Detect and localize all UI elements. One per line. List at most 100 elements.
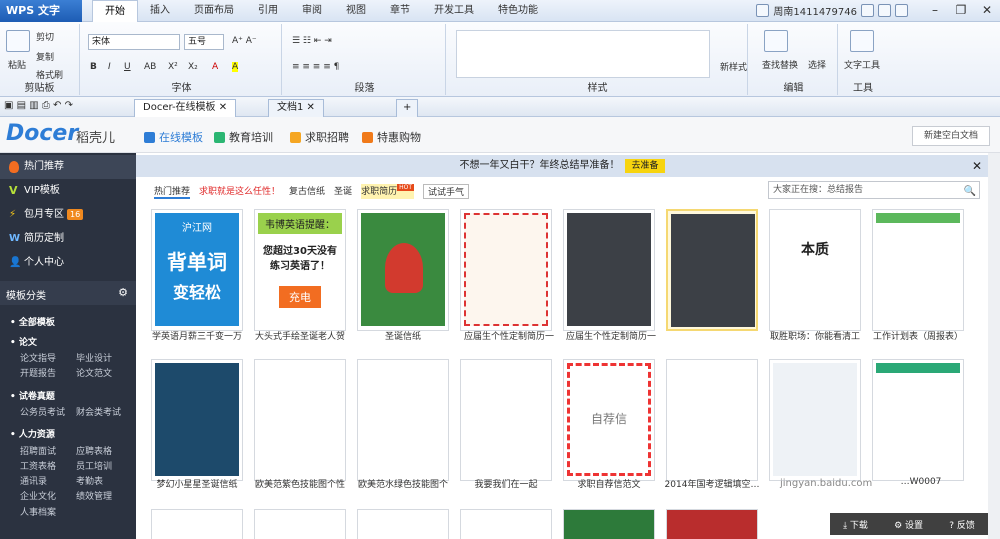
scrollbar[interactable]	[988, 153, 1000, 539]
group-hr[interactable]: • 人力资源	[10, 427, 55, 440]
download-button[interactable]: ⤓ 下载	[843, 518, 868, 531]
template-card[interactable]	[357, 509, 449, 539]
link-sample[interactable]: 论文范文	[76, 366, 112, 379]
filter-paper[interactable]: 复古信纸	[289, 184, 325, 199]
template-card[interactable]	[563, 509, 655, 539]
link-hr-2[interactable]: 工资表格	[20, 459, 56, 472]
skin-icon[interactable]	[878, 4, 891, 17]
highlight-icon[interactable]: A	[232, 62, 239, 72]
card-caption[interactable]: 工作计划表（周报表）	[863, 329, 973, 342]
filter-christmas[interactable]: 圣诞	[334, 184, 352, 199]
template-card[interactable]	[769, 359, 861, 481]
wps-app-button[interactable]: WPS 文字	[0, 0, 82, 22]
card-caption[interactable]: 欧美范紫色技能图个性	[245, 477, 355, 490]
banner-action-button[interactable]: 去准备	[625, 159, 665, 173]
settings-button[interactable]: ⚙ 设置	[894, 518, 923, 531]
template-card[interactable]	[357, 359, 449, 481]
link-proposal[interactable]: 开题报告	[20, 366, 56, 379]
link-hr-5[interactable]: 考勤表	[76, 474, 103, 487]
find-replace-button[interactable]: 查找替换	[762, 58, 798, 71]
bold-icon[interactable]: B	[90, 62, 97, 72]
tab-education[interactable]: 教育培训	[214, 129, 273, 145]
menu-chapter[interactable]: 章节	[378, 0, 422, 22]
filter-job[interactable]: 求职就是这么任性！	[199, 184, 280, 199]
card-caption[interactable]: 应届生个性定制简历一	[454, 329, 564, 342]
paste-icon[interactable]	[6, 30, 30, 52]
subscript-icon[interactable]: X₂	[188, 62, 198, 72]
card-caption[interactable]: 我要我们在一起	[451, 477, 561, 490]
text-tool-icon[interactable]	[850, 30, 874, 52]
tab-online-template[interactable]: 在线模板	[144, 129, 203, 145]
template-card[interactable]	[151, 509, 243, 539]
template-card[interactable]: 本质	[769, 209, 861, 331]
font-color-icon[interactable]: A	[212, 62, 218, 72]
tab-shopping[interactable]: 特惠购物	[362, 129, 421, 145]
user-icon[interactable]	[756, 4, 770, 17]
template-card[interactable]	[254, 509, 346, 539]
search-icon[interactable]: 🔍	[964, 184, 976, 200]
strike-icon[interactable]: AB	[144, 62, 156, 72]
template-card[interactable]	[254, 359, 346, 481]
card-caption[interactable]: 圣诞信纸	[348, 329, 458, 342]
link-hr-8[interactable]: 人事档案	[20, 505, 56, 518]
menu-insert[interactable]: 插入	[138, 0, 182, 22]
select-button[interactable]: 选择	[808, 58, 826, 71]
gear-icon[interactable]: ⚙	[118, 286, 128, 299]
link-hr-1[interactable]: 应聘表格	[76, 444, 112, 457]
sidebar-item-vip[interactable]: V VIP模板	[0, 179, 136, 203]
template-card[interactable]	[460, 359, 552, 481]
template-card[interactable]	[460, 509, 552, 539]
new-style-button[interactable]: 新样式	[720, 60, 747, 73]
menu-layout[interactable]: 页面布局	[182, 0, 246, 22]
menu-review[interactable]: 审阅	[290, 0, 334, 22]
link-hr-0[interactable]: 招聘面试	[20, 444, 56, 457]
new-tab-button[interactable]: +	[396, 99, 419, 117]
close-icon[interactable]: ✕	[974, 0, 1000, 20]
sidebar-item-monthly[interactable]: ⚡ 包月专区 16	[0, 203, 136, 227]
link-civil-exam[interactable]: 公务员考试	[20, 405, 65, 418]
quick-access-icons[interactable]: ▣ ▤ ▥ ⎙ ↶ ↷	[4, 100, 73, 111]
text-tool-button[interactable]: 文字工具	[844, 58, 880, 71]
font-name-select[interactable]: 宋体	[88, 34, 180, 50]
template-card[interactable]	[563, 209, 655, 331]
template-card[interactable]	[357, 209, 449, 331]
sidebar-item-hot[interactable]: 热门推荐	[0, 155, 136, 179]
new-blank-document-button[interactable]: 新建空白文档	[912, 126, 990, 146]
charge-button[interactable]: 充电	[279, 286, 321, 308]
tab-document1[interactable]: 文档1 ✕	[268, 99, 324, 117]
card-caption[interactable]: 取胜职场：你能看清工	[760, 329, 870, 342]
card-caption[interactable]: 求职自荐信范文	[554, 477, 664, 490]
style-gallery[interactable]	[456, 30, 710, 78]
mail-icon[interactable]	[861, 4, 874, 17]
minimize-icon[interactable]: –	[922, 0, 948, 20]
card-caption[interactable]: 欧美范水绿色技能图个	[348, 477, 458, 490]
help-icon[interactable]	[895, 4, 908, 17]
filter-hot[interactable]: 热门推荐	[154, 184, 191, 199]
menu-devtools[interactable]: 开发工具	[422, 0, 486, 22]
link-hr-3[interactable]: 员工培训	[76, 459, 112, 472]
close-icon[interactable]: ✕	[972, 155, 982, 177]
restore-icon[interactable]: ❐	[948, 0, 974, 20]
card-caption[interactable]: …W0007	[866, 477, 976, 487]
search-input[interactable]: 大家正在搜：总结报告 🔍	[768, 181, 980, 199]
link-hr-6[interactable]: 企业文化	[20, 489, 56, 502]
find-icon[interactable]	[764, 30, 788, 52]
filter-lucky[interactable]: 试试手气	[422, 184, 469, 199]
template-card[interactable]: 韦博英语提醒： 您超过30天没有练习英语了！ 充电	[254, 209, 346, 331]
copy-button[interactable]: 复制	[36, 50, 54, 63]
link-hr-4[interactable]: 通讯录	[20, 474, 47, 487]
menu-view[interactable]: 视图	[334, 0, 378, 22]
superscript-icon[interactable]: X²	[168, 62, 178, 72]
group-all[interactable]: • 全部模板	[10, 315, 55, 328]
link-finance-exam[interactable]: 财会类考试	[76, 405, 121, 418]
filter-resume[interactable]: 求职简历 HOT	[361, 184, 414, 199]
card-caption[interactable]: 梦幻小星星圣诞信纸	[142, 477, 252, 490]
align-icon[interactable]: ≡ ≡ ≡ ≡ ¶	[292, 62, 339, 72]
template-card[interactable]	[460, 209, 552, 331]
feedback-button[interactable]: ? 反馈	[949, 518, 975, 531]
group-exam[interactable]: • 试卷真题	[10, 389, 55, 402]
group-thesis[interactable]: • 论文	[10, 335, 37, 348]
card-caption[interactable]: 大头式手绘圣诞老人贺	[245, 329, 355, 342]
link-hr-7[interactable]: 绩效管理	[76, 489, 112, 502]
menu-features[interactable]: 特色功能	[486, 0, 550, 22]
